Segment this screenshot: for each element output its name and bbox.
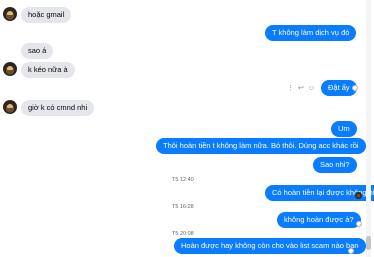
outgoing-message[interactable]: Um — [331, 121, 357, 137]
seen-avatar-icon — [355, 192, 362, 199]
contact-avatar[interactable] — [3, 7, 17, 21]
incoming-message[interactable]: giờ k có cmnd nhi — [21, 100, 95, 116]
outgoing-message[interactable]: Thôi hoàn tiền t không làm nữa. Bó thôi.… — [156, 138, 366, 154]
more-icon[interactable]: ⋮ — [287, 84, 294, 93]
sent-check-icon — [352, 85, 358, 91]
incoming-message[interactable]: k kéo nữa à — [21, 62, 75, 78]
outgoing-message[interactable]: Sao nhỉ? — [313, 157, 357, 173]
outgoing-message[interactable]: Hoàn được hay không còn cho vào list sca… — [174, 238, 366, 254]
contact-avatar[interactable] — [3, 62, 17, 76]
timestamp: T5 16:28 — [172, 204, 194, 210]
timestamp: T5 12:40 — [172, 177, 194, 183]
react-icon[interactable]: ☺ — [308, 84, 315, 93]
sent-check-icon — [348, 248, 354, 254]
scrollbar-track[interactable] — [366, 0, 371, 257]
message-actions: ⋮ ↩ ☺ — [287, 84, 319, 93]
scrollbar-thumb[interactable] — [366, 236, 371, 250]
incoming-message[interactable]: hoặc gmail — [21, 7, 72, 23]
outgoing-message[interactable]: T không làm dịch vụ đó — [265, 25, 357, 41]
timestamp: T5 20:08 — [172, 231, 194, 237]
contact-avatar[interactable] — [3, 100, 17, 114]
incoming-message[interactable]: sao á — [21, 43, 54, 59]
outgoing-message[interactable]: không hoàn được ả? — [277, 212, 361, 228]
sent-check-icon — [356, 221, 362, 227]
reply-icon[interactable]: ↩ — [298, 84, 304, 93]
